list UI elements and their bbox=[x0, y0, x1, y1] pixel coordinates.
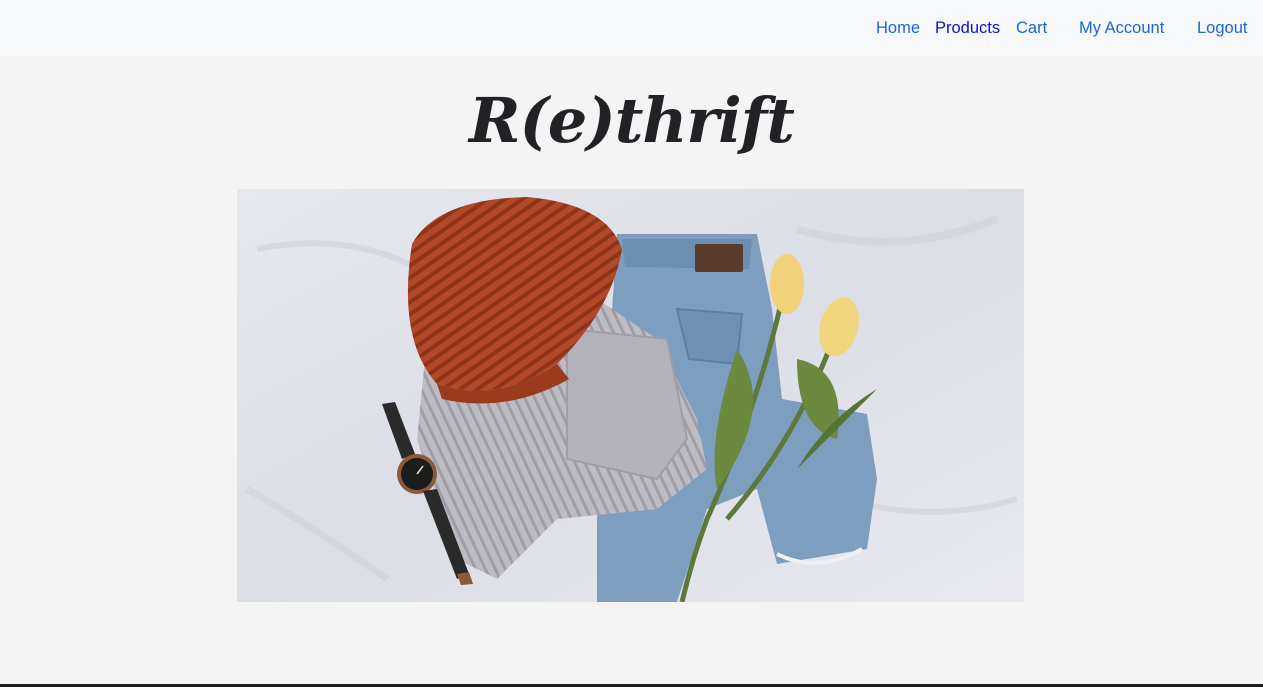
brand-title: R(e)thrift bbox=[469, 84, 795, 157]
hero-image bbox=[237, 189, 1024, 602]
top-navbar: Home Products Cart My Account Logout bbox=[0, 0, 1263, 56]
nav-logout-link[interactable]: Logout bbox=[1197, 18, 1247, 38]
nav-products-link[interactable]: Products bbox=[935, 18, 1000, 38]
nav-my-account-link[interactable]: My Account bbox=[1079, 18, 1164, 38]
nav-cart-link[interactable]: Cart bbox=[1016, 18, 1047, 38]
nav-home-link[interactable]: Home bbox=[876, 18, 920, 38]
